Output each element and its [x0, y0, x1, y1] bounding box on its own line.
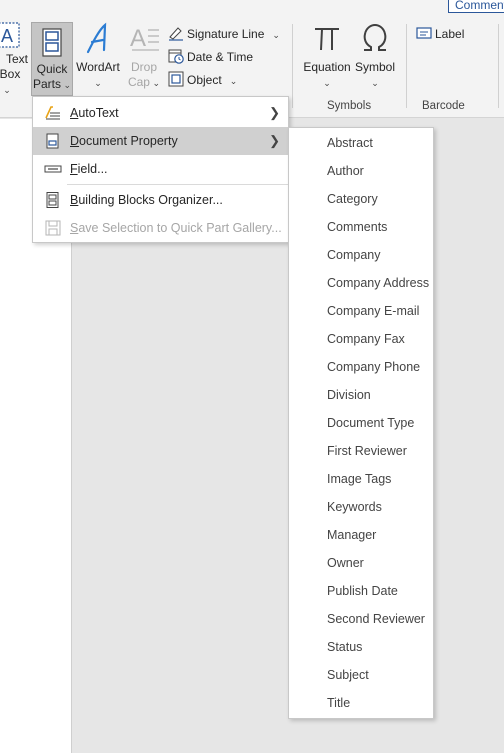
menu-item-label: uilding Blocks Organizer... — [78, 193, 223, 207]
signature-line-label: Signature Line — [187, 27, 265, 41]
submenu-item-second-reviewer[interactable]: Second Reviewer — [289, 605, 433, 633]
object-button[interactable]: Object ⌄ — [168, 70, 237, 90]
symbols-group-label: Symbols — [327, 100, 372, 112]
quick-parts-label-1: Quick — [36, 62, 68, 76]
quick-parts-icon — [42, 28, 62, 57]
submenu-item-publish-date[interactable]: Publish Date — [289, 577, 433, 605]
object-label: Object — [187, 73, 222, 87]
submenu-item-image-tags[interactable]: Image Tags — [289, 465, 433, 493]
submenu-item-company-address[interactable]: Company Address — [289, 269, 433, 297]
chevron-down-icon: ⌄ — [3, 85, 11, 95]
submenu-item-title[interactable]: Title — [289, 689, 433, 717]
omega-icon — [363, 23, 387, 51]
date-time-label: Date & Time — [187, 50, 254, 64]
chevron-down-icon: ⌄ — [371, 78, 379, 88]
label-icon — [416, 27, 432, 39]
text-box-label-2: Box — [0, 67, 21, 81]
comments-button[interactable]: Comments — [448, 0, 504, 13]
document-property-icon — [46, 133, 59, 149]
chevron-down-icon: ⌄ — [272, 30, 280, 40]
submenu-item-company-fax[interactable]: Company Fax — [289, 325, 433, 353]
group-divider — [406, 24, 407, 108]
menu-item-label: ocument Property — [79, 134, 178, 148]
menu-separator — [67, 184, 288, 185]
quick-parts-menu: AutoText ❯ Document Property ❯ Field... … — [32, 96, 289, 243]
menu-item-label: utoText — [78, 106, 119, 120]
submenu-item-document-type[interactable]: Document Type — [289, 409, 433, 437]
drop-cap-button[interactable]: A Drop Cap ⌄ — [124, 22, 164, 91]
submenu-item-company[interactable]: Company — [289, 241, 433, 269]
date-time-button[interactable]: Date & Time — [168, 47, 253, 67]
submenu-item-abstract[interactable]: Abstract — [289, 129, 433, 157]
barcode-group-label: Barcode — [422, 100, 465, 112]
signature-line-button[interactable]: Signature Line ⌄ — [168, 24, 280, 44]
building-blocks-icon — [46, 192, 59, 208]
pi-icon — [315, 28, 339, 51]
label-button[interactable]: Label — [416, 24, 464, 44]
menu-item-mnemonic: D — [70, 134, 80, 148]
submenu-item-author[interactable]: Author — [289, 157, 433, 185]
wordart-icon — [86, 22, 107, 54]
equation-button[interactable]: Equation ⌄ — [302, 22, 352, 91]
svg-text:A: A — [130, 25, 146, 52]
symbol-button[interactable]: Symbol ⌄ — [352, 22, 398, 91]
signature-line-icon — [169, 27, 183, 41]
object-icon — [168, 71, 184, 87]
date-time-icon — [168, 49, 184, 64]
quick-parts-label-2: Parts — [32, 77, 61, 91]
submenu-item-company-email[interactable]: Company E-mail — [289, 297, 433, 325]
chevron-down-icon: ⌄ — [94, 78, 102, 88]
chevron-down-icon: ⌄ — [60, 80, 72, 90]
field-icon — [44, 165, 62, 173]
submenu-item-company-phone[interactable]: Company Phone — [289, 353, 433, 381]
drop-cap-icon: A — [130, 25, 159, 52]
text-box-icon: A — [0, 22, 20, 48]
menu-item-building-blocks-organizer[interactable]: Building Blocks Organizer... — [33, 186, 288, 214]
submenu-item-keywords[interactable]: Keywords — [289, 493, 433, 521]
equation-label: Equation — [303, 60, 351, 74]
chevron-down-icon: ⌄ — [323, 78, 331, 88]
wordart-label: WordArt — [76, 60, 120, 74]
drop-cap-label-2: Cap — [127, 75, 150, 89]
wordart-button[interactable]: WordArt ⌄ — [74, 22, 122, 91]
submenu-item-first-reviewer[interactable]: First Reviewer — [289, 437, 433, 465]
submenu-item-owner[interactable]: Owner — [289, 549, 433, 577]
chevron-down-icon: ⌄ — [149, 78, 161, 88]
chevron-down-icon: ⌄ — [229, 76, 238, 86]
document-property-submenu: Abstract Author Category Comments Compan… — [288, 127, 434, 719]
menu-item-save-selection[interactable]: Save Selection to Quick Part Gallery... — [33, 214, 288, 242]
menu-item-label: ave Selection to Quick Part Gallery... — [78, 221, 282, 235]
menu-item-autotext[interactable]: AutoText ❯ — [33, 99, 288, 127]
submenu-item-manager[interactable]: Manager — [289, 521, 433, 549]
autotext-icon — [45, 106, 60, 120]
menu-item-label: ield... — [77, 162, 108, 176]
label-label: Label — [435, 27, 465, 41]
submenu-item-category[interactable]: Category — [289, 185, 433, 213]
submenu-item-subject[interactable]: Subject — [289, 661, 433, 689]
submenu-item-comments[interactable]: Comments — [289, 213, 433, 241]
text-box-button[interactable]: A Text Box ⌄ — [0, 22, 28, 98]
menu-item-mnemonic: F — [70, 162, 78, 176]
group-divider — [292, 24, 293, 108]
submenu-item-division[interactable]: Division — [289, 381, 433, 409]
menu-item-field[interactable]: Field... — [33, 155, 288, 183]
submenu-item-status[interactable]: Status — [289, 633, 433, 661]
svg-text:A: A — [1, 26, 13, 46]
text-box-label-1: Text — [6, 52, 29, 66]
save-icon — [45, 220, 61, 236]
quick-parts-button[interactable]: Quick Parts ⌄ — [31, 22, 73, 96]
symbol-label: Symbol — [354, 60, 395, 74]
chevron-right-icon: ❯ — [269, 105, 280, 120]
drop-cap-label-1: Drop — [130, 60, 157, 74]
group-divider — [498, 24, 499, 108]
menu-item-document-property[interactable]: Document Property ❯ — [33, 127, 288, 155]
chevron-right-icon: ❯ — [269, 133, 280, 148]
